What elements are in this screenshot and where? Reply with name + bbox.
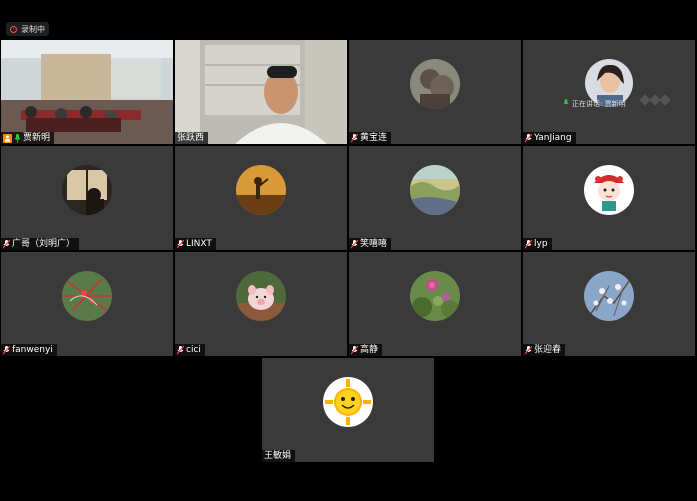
participant-avatar	[584, 271, 634, 321]
participant-name: cici	[186, 345, 201, 355]
microphone-icon	[563, 99, 569, 109]
microphone-muted-icon	[2, 239, 11, 249]
participant-tile[interactable]: 笑嘻嘻	[349, 146, 521, 250]
participant-name-bar: 张迎春	[523, 344, 566, 356]
microphone-icon	[14, 133, 21, 143]
participant-name: 张迎春	[534, 345, 562, 355]
participant-tile[interactable]: cici	[175, 252, 347, 356]
participant-name-bar: 贾新明	[1, 132, 55, 144]
participant-name-bar: 高静	[349, 344, 383, 356]
participant-tile[interactable]: 张迎春	[523, 252, 695, 356]
participant-tile[interactable]: fanwenyi	[1, 252, 173, 356]
participant-tile[interactable]: 王敏娟	[262, 358, 434, 462]
microphone-muted-icon	[350, 345, 359, 355]
speaking-indicator: 正在讲话: 贾新明	[563, 99, 626, 109]
participant-tile[interactable]: LINXT	[175, 146, 347, 250]
participant-name-bar: LINXT	[175, 238, 216, 250]
participant-avatar	[410, 165, 460, 215]
participant-name: 高静	[360, 345, 379, 355]
participant-avatar	[62, 271, 112, 321]
participant-tile[interactable]: 张跃西	[175, 40, 347, 144]
participant-video	[175, 40, 347, 144]
participant-name-bar: fanwenyi	[1, 344, 57, 356]
participant-name-bar: YanJiang	[523, 132, 576, 144]
participant-name: 黄宝连	[360, 133, 388, 143]
participant-video	[1, 40, 173, 144]
participant-avatar	[236, 271, 286, 321]
microphone-muted-icon	[524, 345, 533, 355]
speaking-label: 正在讲话: 贾新明	[572, 100, 626, 108]
microphone-muted-icon	[176, 239, 185, 249]
participant-name: 张跃西	[177, 133, 205, 143]
participant-name: LINXT	[186, 239, 212, 249]
participant-name: YanJiang	[534, 133, 572, 143]
participant-name: 王敏娟	[264, 451, 292, 461]
participant-name: 贾新明	[23, 133, 51, 143]
participant-avatar	[584, 165, 634, 215]
microphone-muted-icon	[350, 239, 359, 249]
participant-name-bar: 王敏娟	[262, 450, 296, 462]
microphone-muted-icon	[524, 239, 533, 249]
participant-avatar	[410, 271, 460, 321]
microphone-muted-icon	[176, 345, 185, 355]
participant-tile[interactable]: lyp	[523, 146, 695, 250]
recording-label: 录制中	[21, 24, 45, 34]
participant-tile[interactable]: 广哥（刘明广）	[1, 146, 173, 250]
participant-name-bar: 笑嘻嘻	[349, 238, 392, 250]
participant-name-bar: cici	[175, 344, 205, 356]
participant-tile[interactable]: 贾新明	[1, 40, 173, 144]
participant-tile[interactable]: 黄宝连	[349, 40, 521, 144]
participant-avatar	[62, 165, 112, 215]
participant-name-bar: 黄宝连	[349, 132, 392, 144]
participant-name: lyp	[534, 239, 548, 249]
participant-avatar	[410, 59, 460, 109]
recording-badge[interactable]: 录制中	[6, 22, 49, 36]
speaking-wave	[639, 94, 671, 106]
record-icon	[10, 25, 17, 33]
microphone-muted-icon	[2, 345, 11, 355]
participant-name-bar: lyp	[523, 238, 552, 250]
participant-avatar	[323, 377, 373, 427]
participant-tile[interactable]: 正在讲话: 贾新明 YanJiang	[523, 40, 695, 144]
microphone-muted-icon	[524, 133, 533, 143]
participant-name: 笑嘻嘻	[360, 239, 388, 249]
participant-name: fanwenyi	[12, 345, 53, 355]
participant-name: 广哥（刘明广）	[12, 239, 76, 249]
microphone-muted-icon	[350, 133, 359, 143]
host-icon	[3, 133, 12, 143]
participant-tile[interactable]: 高静	[349, 252, 521, 356]
participant-name-bar: 广哥（刘明广）	[1, 238, 80, 250]
participant-avatar	[236, 165, 286, 215]
participant-name-bar: 张跃西	[175, 132, 209, 144]
